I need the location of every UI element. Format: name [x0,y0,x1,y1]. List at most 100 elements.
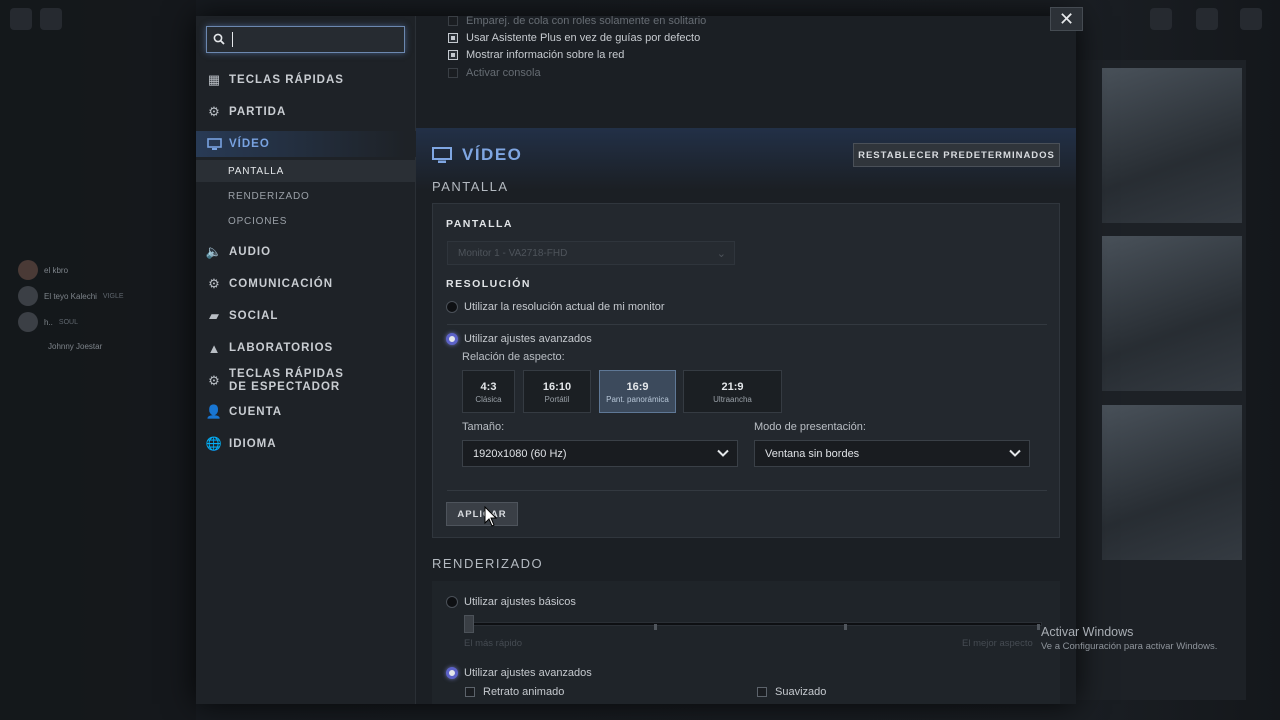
background-feed-item: el kbro [18,260,68,280]
size-label: Tamaño: [462,421,505,433]
monitor-icon [206,136,222,152]
flask-icon: ▲ [207,340,221,356]
aspect-16-10-button[interactable]: 16:10 Portátil [523,370,591,413]
settings-content: Emparej. de cola con roles solamente en … [416,16,1076,704]
feed-name: Johnny Joestar [48,342,103,351]
aspect-ratio: 4:3 [480,381,497,393]
sidebar-item-audio[interactable]: 🔈 AUDIO [196,239,416,265]
radio-button[interactable] [446,301,458,313]
sidebar-item-label: CUENTA [229,406,283,418]
checkbox[interactable] [448,68,458,78]
checkbox[interactable] [448,50,458,60]
background-top-icon [1196,8,1218,30]
option-network-info[interactable]: Mostrar información sobre la red [448,49,624,61]
feed-name: h.. [44,317,53,327]
slider-handle[interactable] [464,615,474,633]
checkbox[interactable] [465,687,475,697]
radio-label: Utilizar ajustes avanzados [464,333,592,345]
apply-button[interactable]: APLICAR [446,502,518,526]
render-panel: Utilizar ajustes básicos El más rápido E… [432,581,1060,704]
radio-button[interactable] [446,333,458,345]
sidebar-item-label: AUDIO [229,246,272,258]
close-button[interactable]: ✕ [1050,7,1083,31]
windows-activation-watermark: Activar Windows Ve a Configuración para … [1041,625,1217,652]
sidebar-item-label: TECLAS RÁPIDAS DE ESPECTADOR [229,368,344,393]
option-queue-roles[interactable]: Emparej. de cola con roles solamente en … [448,16,706,27]
sidebar-subitem-opciones[interactable]: OPCIONES [196,210,416,232]
feed-tag: SOUL [58,318,78,326]
checkbox[interactable] [757,687,767,697]
feed-name: el kbro [44,265,69,275]
divider [447,490,1047,491]
quality-slider[interactable] [466,622,1042,626]
search-input[interactable] [231,30,397,49]
size-value: 1920x1080 (60 Hz) [473,447,567,460]
avatar [18,286,38,306]
sidebar-item-partida[interactable]: ⚙ PARTIDA [196,99,416,125]
radio-current-resolution[interactable]: Utilizar la resolución actual de mi moni… [446,301,665,313]
sidebar-item-video[interactable]: VÍDEO [196,131,416,157]
option-antialiasing[interactable]: Suavizado [757,686,826,698]
option-label: Suavizado [775,686,827,698]
aspect-16-9-button[interactable]: 16:9 Pant. panorámica [599,370,676,413]
sidebar-subitem-renderizado[interactable]: RENDERIZADO [196,185,416,207]
chevron-down-icon: ⌄ [716,248,726,260]
option-asistente-plus[interactable]: Usar Asistente Plus en vez de guías por … [448,32,700,44]
sidebar-item-cuenta[interactable]: 👤 CUENTA [196,399,416,425]
search-box[interactable] [206,26,405,53]
sidebar-subitem-pantalla[interactable]: PANTALLA [196,160,416,182]
option-label: Activar consola [466,67,541,79]
background-news-thumbnail [1102,68,1242,223]
text-caret [232,32,233,47]
aspect-ratio: 16:9 [626,381,649,393]
chat-icon: ▰ [209,308,219,323]
size-dropdown[interactable]: 1920x1080 (60 Hz) [462,440,738,467]
presentation-mode-value: Ventana sin bordes [765,447,860,460]
display-label: PANTALLA [446,218,514,230]
aspect-21-9-button[interactable]: 21:9 Ultraancha [683,370,782,413]
sidebar-item-idioma[interactable]: 🌐 IDIOMA [196,431,416,457]
radio-basic-render[interactable]: Utilizar ajustes básicos [446,596,576,608]
reset-defaults-button[interactable]: RESTABLECER PREDETERMINADOS [853,143,1060,167]
radio-button[interactable] [446,667,458,679]
sidebar-item-teclas-rapidas[interactable]: ▦ TECLAS RÁPIDAS [196,67,416,93]
option-animated-portrait[interactable]: Retrato animado [465,686,564,698]
aspect-ratio: 21:9 [721,381,744,393]
aspect-ratio: 16:10 [542,381,572,393]
presentation-mode-label: Modo de presentación: [754,421,866,433]
sidebar-item-label: LABORATORIOS [229,342,334,354]
radio-advanced-resolution[interactable]: Utilizar ajustes avanzados [446,333,592,345]
option-console[interactable]: Activar consola [448,67,541,79]
monitor-value: Monitor 1 - VA2718-FHD [458,247,568,259]
background-top-icon [1150,8,1172,30]
slider-min-label: El más rápido [464,638,523,649]
chevron-down-icon [1009,449,1021,457]
background-feed-item: El teyo Kalechi VIGLE [18,286,124,306]
aspect-name: Ultraancha [713,395,752,404]
background-top-icon [40,8,62,30]
sidebar-item-label: TECLAS RÁPIDAS [229,74,344,86]
background-news-thumbnail [1102,405,1242,560]
globe-icon: 🌐 [205,436,223,451]
aspect-name: Clásica [475,395,502,404]
aspect-name: Portátil [544,395,570,404]
gear-box-icon: ⚙ [208,104,220,119]
sidebar-item-social[interactable]: ▰ SOCIAL [196,303,416,329]
presentation-mode-dropdown[interactable]: Ventana sin bordes [754,440,1030,467]
display-panel: PANTALLA Monitor 1 - VA2718-FHD ⌄ RESOLU… [432,203,1060,538]
checkbox[interactable] [448,33,458,43]
video-section-header: VÍDEO RESTABLECER PREDETERMINADOS [416,128,1076,190]
sidebar-item-comunicacion[interactable]: ⚙ COMUNICACIÓN [196,271,416,297]
radio-button[interactable] [446,596,458,608]
sidebar-item-laboratorios[interactable]: ▲ LABORATORIOS [196,335,416,361]
checkbox[interactable] [448,16,458,26]
sidebar-item-teclas-espectador[interactable]: ⚙ TECLAS RÁPIDAS DE ESPECTADOR [196,364,416,398]
aspect-4-3-button[interactable]: 4:3 Clásica [462,370,515,413]
sidebar-item-label: COMUNICACIÓN [229,278,333,290]
slider-max-label: El mejor aspecto [962,638,1033,649]
radio-advanced-render[interactable]: Utilizar ajustes avanzados [446,667,592,679]
speaker-icon: 🔈 [205,244,223,259]
option-label: Mostrar información sobre la red [466,49,625,61]
option-label: Usar Asistente Plus en vez de guías por … [466,32,701,44]
option-label: Emparej. de cola con roles solamente en … [466,16,707,27]
